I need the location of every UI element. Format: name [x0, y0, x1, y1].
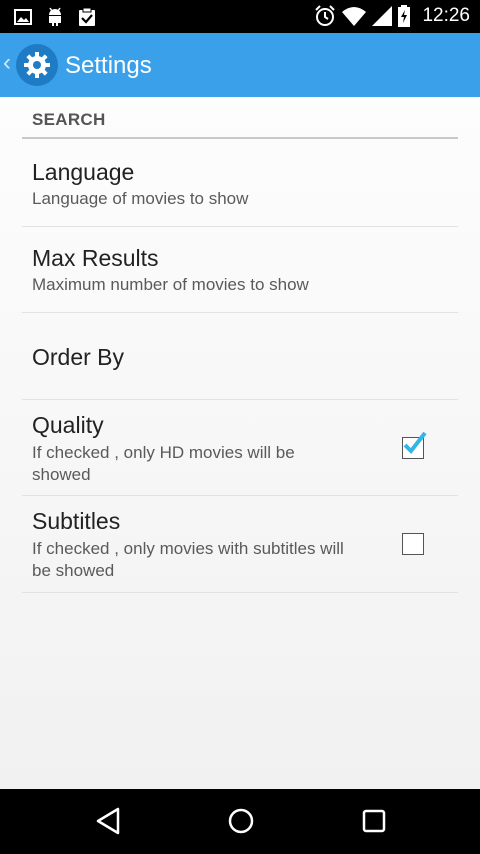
navigation-bar — [0, 789, 480, 854]
checkmark-icon — [403, 431, 427, 455]
quality-checkbox[interactable] — [402, 431, 427, 459]
alarm-icon — [315, 5, 336, 26]
pref-summary: If checked , only movies with subtitles … — [32, 539, 344, 580]
pref-language[interactable]: Language Language of movies to show — [22, 140, 458, 227]
chevron-left-icon[interactable]: ‹ — [3, 49, 11, 77]
pref-summary: Language of movies to show — [32, 189, 249, 208]
action-bar: ‹ Settings — [0, 33, 480, 97]
gear-icon[interactable] — [16, 44, 58, 86]
pref-title: Max Results — [32, 245, 159, 271]
pref-max-results[interactable]: Max Results Maximum number of movies to … — [22, 226, 458, 313]
settings-list: SEARCH Language Language of movies to sh… — [0, 97, 480, 789]
android-icon — [49, 7, 61, 26]
pref-summary: Maximum number of movies to show — [32, 275, 309, 294]
status-time: 12:26 — [422, 5, 470, 26]
pref-subtitles[interactable]: Subtitles If checked , only movies with … — [22, 495, 458, 593]
pref-title: Order By — [32, 344, 125, 370]
clipboard-check-icon — [79, 7, 95, 26]
pref-summary: If checked , only HD movies will be show… — [32, 443, 295, 484]
page-title: Settings — [65, 52, 152, 79]
recents-icon[interactable] — [361, 806, 387, 836]
subtitles-checkbox[interactable] — [402, 533, 424, 555]
status-bar: 12:26 — [0, 0, 480, 33]
image-icon — [14, 9, 32, 25]
section-title: SEARCH — [32, 110, 106, 129]
wifi-icon — [342, 7, 367, 26]
home-icon[interactable] — [226, 806, 256, 836]
back-icon[interactable] — [94, 806, 122, 836]
signal-icon — [372, 6, 393, 26]
pref-title: Quality — [32, 412, 104, 438]
pref-title: Subtitles — [32, 508, 121, 534]
pref-title: Language — [32, 159, 135, 185]
pref-order-by[interactable]: Order By — [22, 312, 458, 400]
pref-quality[interactable]: Quality If checked , only HD movies will… — [22, 399, 458, 496]
section-header: SEARCH — [22, 107, 458, 139]
battery-icon — [398, 5, 411, 27]
